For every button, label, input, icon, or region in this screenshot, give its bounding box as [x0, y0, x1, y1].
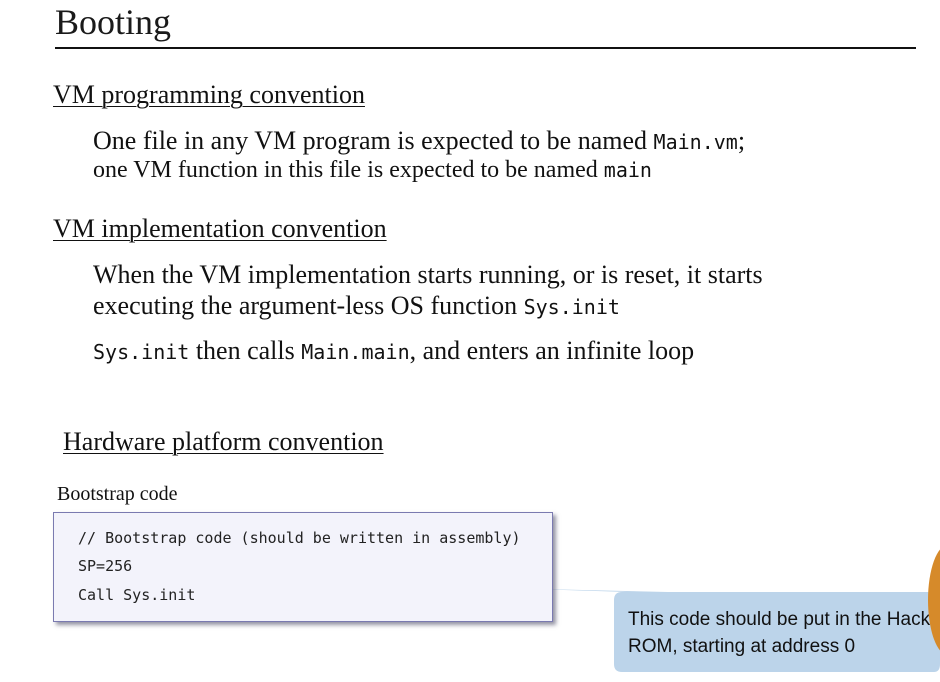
code-line: // Bootstrap code (should be written in …	[78, 529, 521, 547]
bootstrap-code-box: // Bootstrap code (should be written in …	[53, 512, 553, 622]
code-line: Call Sys.init	[78, 586, 196, 604]
code-line: SP=256	[78, 557, 133, 575]
callout-text: This code should be put in the Hack ROM,…	[628, 609, 931, 657]
